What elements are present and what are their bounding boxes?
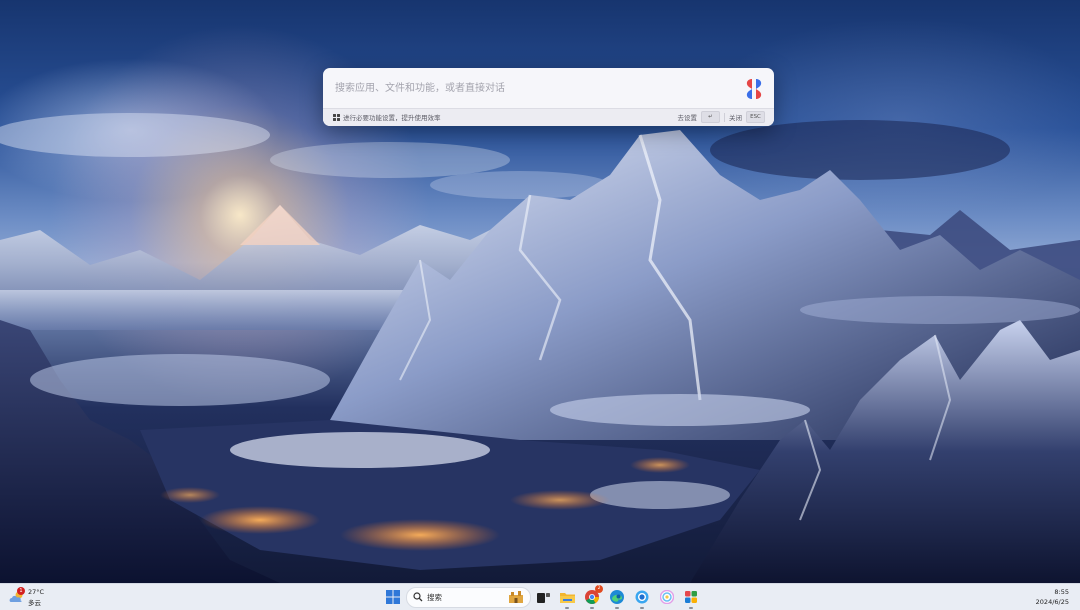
search-label: 搜索 xyxy=(427,593,442,602)
weather-widget[interactable]: 1 27°C 多云 xyxy=(9,587,49,607)
assistant-logo-icon[interactable] xyxy=(741,76,767,102)
chrome-button[interactable]: 2 xyxy=(582,585,603,609)
chrome-notification-badge: 2 xyxy=(595,585,603,593)
launcher-footer: 进行必要功能设置，提升使用效率 去设置 ↵ 关闭 ESC xyxy=(323,108,774,126)
folder-icon xyxy=(559,592,575,603)
launcher-search-input[interactable] xyxy=(335,76,730,100)
go-settings-button[interactable]: 去设置 xyxy=(678,112,698,122)
windows-logo-icon xyxy=(386,590,400,604)
edge-icon xyxy=(610,590,624,604)
esc-key-hint: ESC xyxy=(746,111,765,123)
copilot-icon xyxy=(660,590,674,604)
divider xyxy=(724,112,725,122)
weather-alert-badge: 1 xyxy=(17,587,25,595)
system-clock[interactable]: 8:55 2024/6/25 xyxy=(1036,587,1069,607)
file-explorer-button[interactable] xyxy=(557,587,577,609)
search-icon xyxy=(413,592,423,602)
browser-icon xyxy=(635,590,649,604)
browser-button[interactable] xyxy=(632,587,652,609)
start-button[interactable] xyxy=(383,587,403,607)
search-highlight-icon xyxy=(509,591,523,603)
weather-temperature: 27°C xyxy=(28,588,45,596)
enter-key-hint: ↵ xyxy=(701,111,720,123)
task-view-button[interactable] xyxy=(533,587,553,607)
launcher-actions: 去设置 ↵ 关闭 ESC xyxy=(678,111,765,123)
close-button[interactable]: 关闭 xyxy=(729,112,742,122)
photos-icon xyxy=(685,591,697,603)
launcher-input-row xyxy=(323,68,774,108)
copilot-button[interactable] xyxy=(657,587,677,607)
photos-button[interactable] xyxy=(681,587,701,609)
settings-tip[interactable]: 进行必要功能设置，提升使用效率 xyxy=(333,112,441,122)
taskbar: 1 27°C 多云 搜索 2 8:55 2024/6/25 xyxy=(0,583,1080,610)
apps-grid-icon xyxy=(333,113,340,121)
edge-button[interactable] xyxy=(607,587,627,609)
task-view-icon xyxy=(536,592,550,603)
search-launcher: 进行必要功能设置，提升使用效率 去设置 ↵ 关闭 ESC xyxy=(323,68,774,126)
weather-condition: 多云 xyxy=(28,599,41,607)
taskbar-search-box[interactable]: 搜索 xyxy=(406,587,531,608)
settings-tip-text: 进行必要功能设置，提升使用效率 xyxy=(343,114,441,122)
clock-time: 8:55 xyxy=(1054,588,1069,596)
clock-date: 2024/6/25 xyxy=(1035,598,1069,606)
